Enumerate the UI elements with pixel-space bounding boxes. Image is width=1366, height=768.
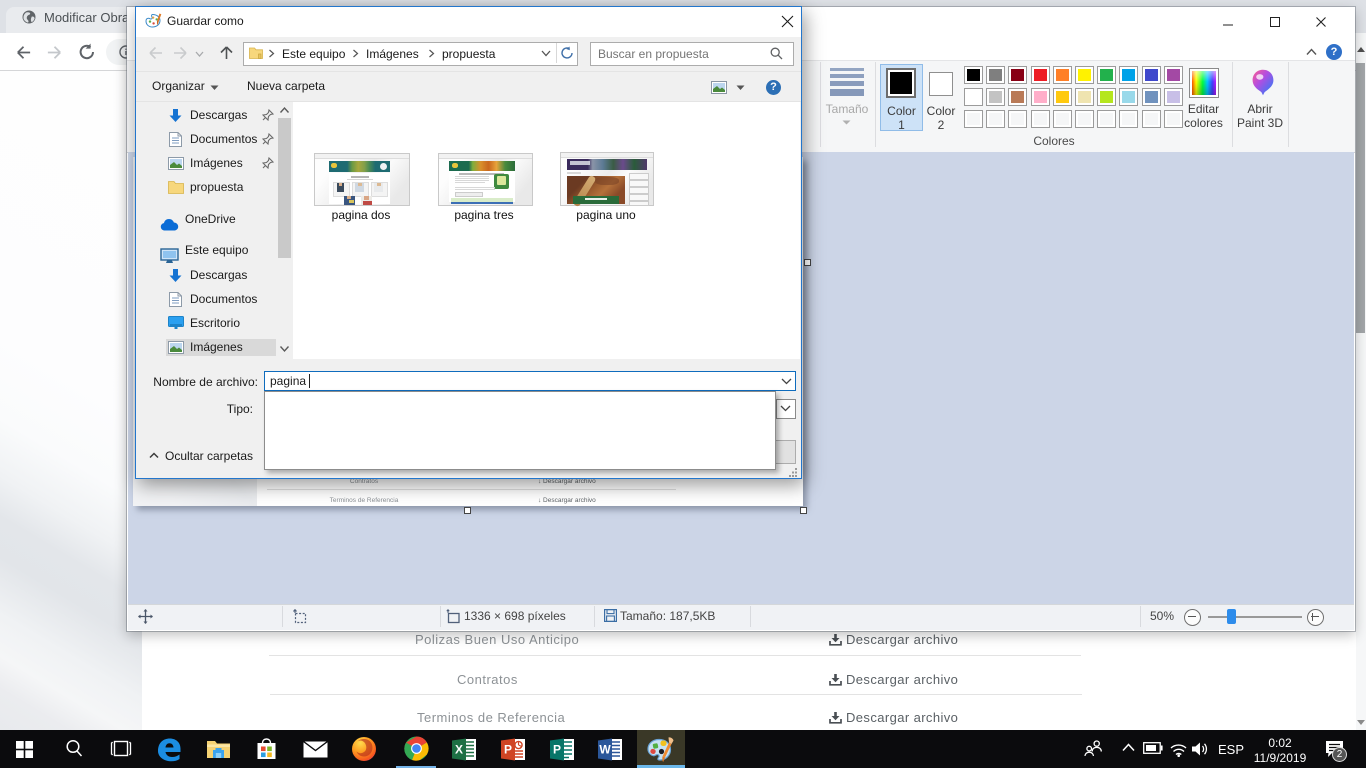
svg-text:W: W — [599, 743, 611, 757]
svg-text:P: P — [504, 743, 512, 757]
svg-text:P: P — [553, 743, 561, 757]
svg-text:X: X — [455, 743, 463, 757]
